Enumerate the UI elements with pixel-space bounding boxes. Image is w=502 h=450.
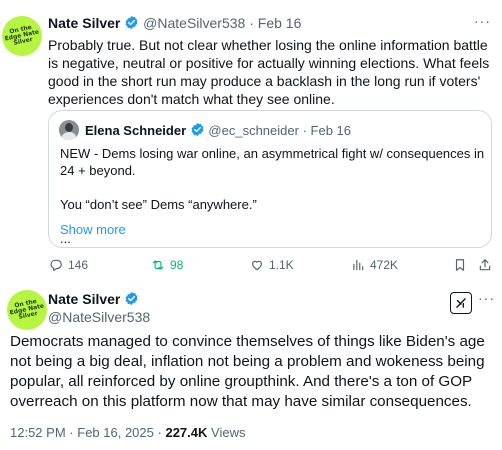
views-button[interactable]: 472K (351, 258, 398, 272)
tweet-date[interactable]: Feb 16 (258, 15, 302, 31)
separator-dot: · (302, 123, 307, 138)
quote-line-2: You “don’t see” Dems “anywhere.” (60, 197, 257, 212)
tweet-header: Nate Silver @NateSilver538 · Feb 16 (48, 15, 301, 31)
more-options-icon[interactable]: ··· (478, 290, 495, 306)
tweet-actions: 146 98 1.1K 472K (48, 258, 494, 278)
tweet-metadata: 12:52 PM · Feb 16, 2025 · 227.4K Views (10, 425, 245, 440)
share-icon[interactable] (478, 258, 492, 272)
repost-count: 98 (170, 258, 184, 272)
avatar[interactable]: On the Edge Nate Silver (7, 290, 47, 330)
tweet-time[interactable]: 12:52 PM (10, 425, 66, 440)
author-name[interactable]: Nate Silver (48, 15, 120, 31)
avatar-logo-text: On the Edge Nate Silver (4, 23, 40, 47)
verified-badge-icon (191, 122, 204, 137)
quote-avatar (59, 120, 79, 140)
quote-date: Feb 16 (310, 123, 352, 138)
show-more-link[interactable]: Show more (60, 222, 126, 237)
reply-icon (50, 259, 62, 272)
quote-author-handle: @ec_schneider (208, 123, 299, 138)
tweet-date[interactable]: Feb 16, 2025 (77, 425, 154, 440)
avatar-logo-text: On the Edge Nate Silver (9, 297, 45, 321)
reply-button[interactable]: 146 (49, 258, 88, 272)
quote-header: Elena Schneider @ec_schneider · Feb 16 (85, 122, 351, 138)
repost-button[interactable]: 98 (151, 258, 183, 272)
tweet-header: Nate Silver (48, 291, 139, 307)
separator-dot: · (157, 425, 162, 440)
grok-icon[interactable] (450, 292, 472, 314)
view-count: 472K (370, 258, 399, 272)
bar-chart-icon (353, 259, 364, 271)
verified-badge-icon (125, 291, 138, 306)
quote-line-1: NEW - Dems losing war online, an asymmet… (60, 146, 485, 178)
bookmark-icon[interactable] (453, 258, 467, 272)
repost-icon (152, 260, 164, 270)
quote-author-name: Elena Schneider (85, 123, 187, 138)
tweet-text: Democrats managed to convince themselves… (10, 333, 485, 410)
author-name[interactable]: Nate Silver (48, 291, 120, 307)
grok-glyph-icon (456, 298, 466, 308)
more-options-icon[interactable]: ··· (474, 13, 491, 29)
separator-dot: · (69, 425, 74, 440)
author-handle[interactable]: @NateSilver538 (48, 309, 150, 325)
like-count: 1.1K (269, 258, 294, 272)
tweet-text: Probably true. But not clear whether los… (48, 37, 490, 107)
views-count: 227.4K (165, 425, 208, 440)
author-handle[interactable]: @NateSilver538 (143, 15, 245, 31)
separator-dot: · (249, 15, 254, 31)
verified-badge-icon (125, 15, 138, 30)
avatar[interactable]: On the Edge Nate Silver (2, 16, 42, 56)
heart-icon (252, 260, 262, 271)
reply-count: 146 (68, 258, 89, 272)
views-label: Views (211, 425, 246, 440)
quoted-tweet[interactable]: Elena Schneider @ec_schneider · Feb 16 N… (48, 110, 492, 248)
like-button[interactable]: 1.1K (250, 258, 294, 272)
